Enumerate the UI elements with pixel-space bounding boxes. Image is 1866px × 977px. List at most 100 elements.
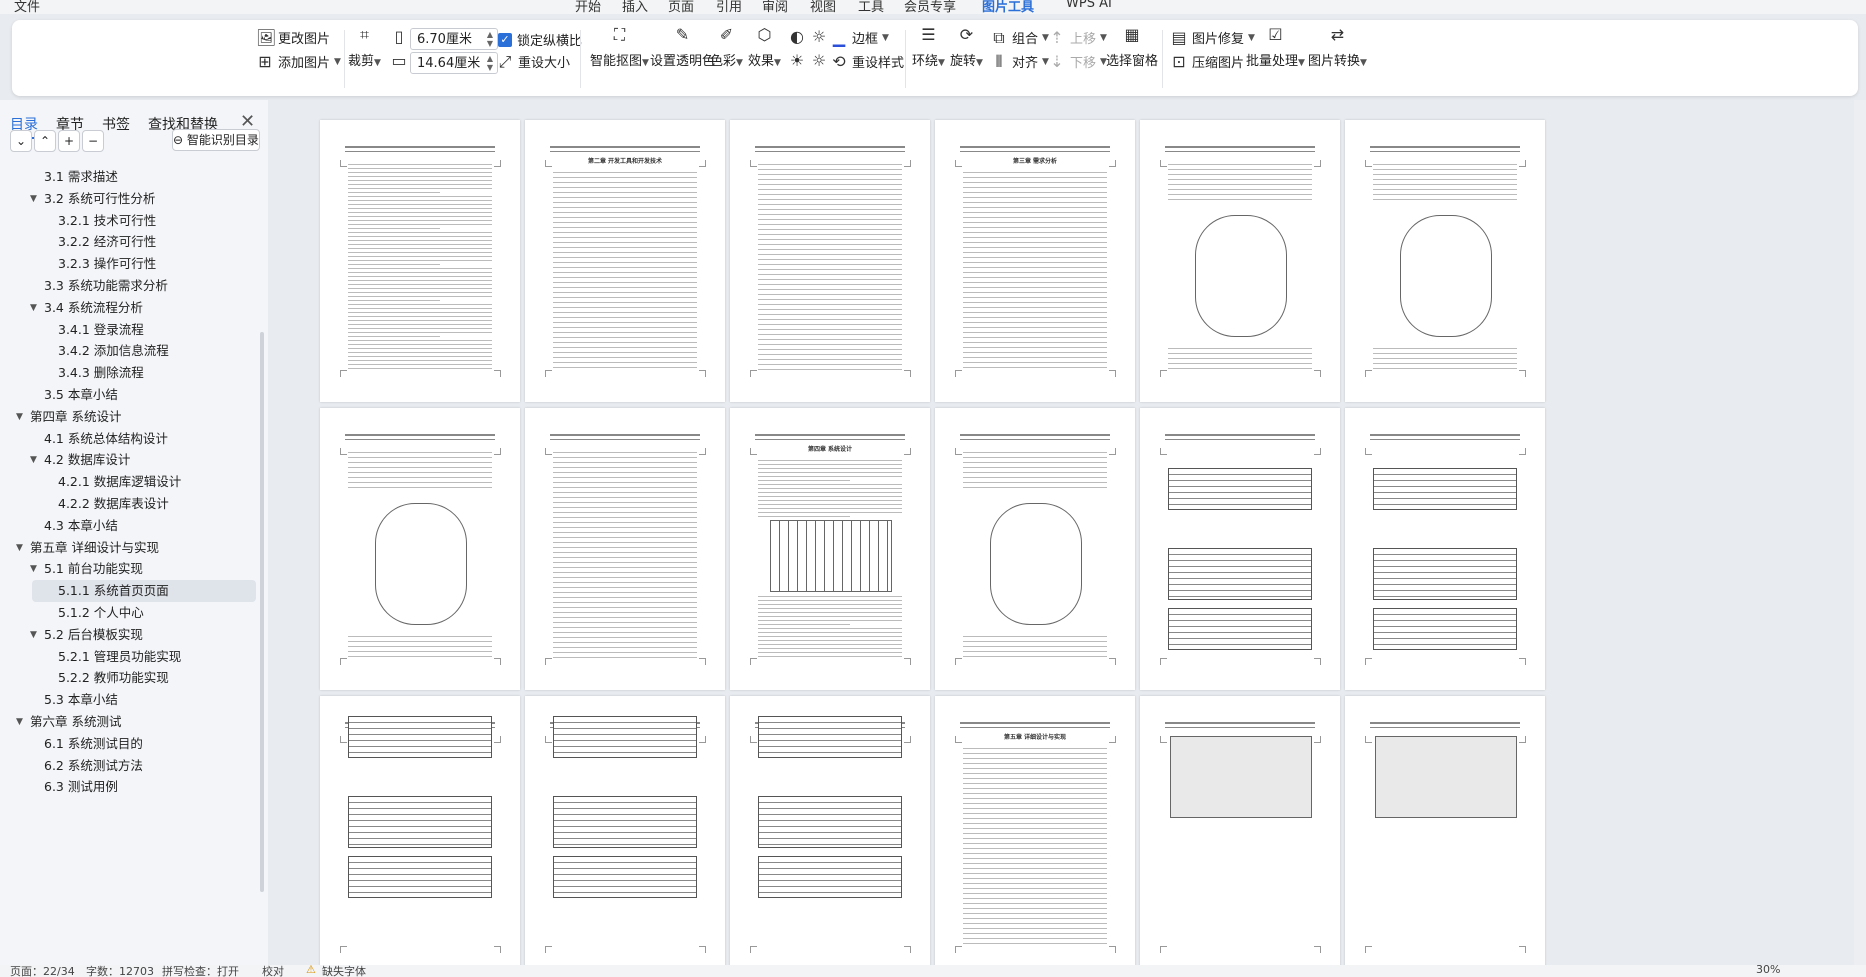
page-thumbnail[interactable] [320, 696, 520, 965]
smart-matting-button[interactable]: ⛶ 智能抠图▼ [590, 26, 649, 70]
wrap-button[interactable]: ☰ 环绕▼ [912, 26, 945, 70]
page-thumbnail[interactable] [1140, 120, 1340, 402]
menu-insert[interactable]: 插入 [622, 0, 648, 14]
toc-item[interactable]: 6.2 系统测试方法 [44, 755, 143, 777]
picture-repair-button[interactable]: ▤ 图片修复 ▼ [1170, 28, 1255, 47]
toc-item[interactable]: ▼ 第六章 系统测试 [16, 711, 121, 733]
page-thumbnail[interactable] [525, 408, 725, 690]
menu-file[interactable]: 文件 [14, 0, 40, 14]
sharpen-button[interactable]: ☀ ☼ [788, 52, 828, 70]
compress-button[interactable]: ⊡ 压缩图片 [1170, 52, 1244, 71]
toc-item[interactable]: 4.2.2 数据库表设计 [58, 493, 169, 515]
toc-item[interactable]: 3.2.1 技术可行性 [58, 210, 156, 232]
toc-item[interactable]: 3.4.1 登录流程 [58, 319, 144, 341]
chevron-down-icon[interactable]: ▼ [30, 188, 37, 210]
menu-picture-tools[interactable]: 图片工具 [982, 0, 1034, 14]
page-thumbnail[interactable] [1140, 408, 1340, 690]
menu-reference[interactable]: 引用 [716, 0, 742, 14]
rotate-button[interactable]: ⟳ 旋转▼ [950, 26, 983, 70]
add-icon[interactable]: + [58, 130, 80, 152]
chevron-down-icon[interactable]: ▼ [30, 624, 37, 646]
page-indicator[interactable]: 页面：22/34 [10, 965, 75, 977]
toc-item[interactable]: 3.1 需求描述 [44, 166, 118, 188]
set-transparent-button[interactable]: ✎ 设置透明色 [650, 26, 715, 70]
toc-item[interactable]: 3.2.3 操作可行性 [58, 253, 156, 275]
document-canvas[interactable]: 第二章 开发工具和开发技术 第三章 需求分析 第四章 系统设计 第五章 详细设计与实现 [270, 100, 1866, 965]
page-thumbnail[interactable] [1345, 408, 1545, 690]
missing-font-button[interactable]: 缺失字体 [322, 965, 366, 977]
tab-bookmarks[interactable]: 书签 [102, 114, 130, 134]
toc-item[interactable]: 5.2.2 教师功能实现 [58, 667, 169, 689]
chevron-down-icon[interactable]: ▼ [16, 537, 23, 559]
toc-item[interactable]: 3.4.3 删除流程 [58, 362, 144, 384]
chevron-down-icon[interactable]: ▼ [30, 558, 37, 580]
reset-style-button[interactable]: ⟲ 重设样式 [830, 52, 904, 71]
chevron-down-icon[interactable]: ▼ [16, 711, 23, 733]
chevron-down-icon[interactable]: ▼ [16, 406, 23, 428]
toc-item[interactable]: 4.2.1 数据库逻辑设计 [58, 471, 181, 493]
menu-wps-ai[interactable]: WPS AI [1066, 0, 1112, 11]
add-picture-button[interactable]: ⊞ 添加图片 ▼ [256, 52, 341, 71]
proofread-button[interactable]: 校对 [262, 965, 284, 977]
brightness-button[interactable]: ◐ ☼ [788, 28, 828, 46]
toc-item[interactable]: ▼ 第五章 详细设计与实现 [16, 537, 159, 559]
menu-view[interactable]: 视图 [810, 0, 836, 14]
toc-item[interactable]: ▼ 4.2 数据库设计 [30, 449, 130, 471]
zoom-level[interactable]: 30% [1756, 965, 1780, 976]
toc-item[interactable]: 4.1 系统总体结构设计 [44, 428, 168, 450]
toc-item[interactable]: 4.3 本章小结 [44, 515, 118, 537]
page-thumbnail[interactable] [525, 696, 725, 965]
border-button[interactable]: ▁ 边框 ▼ [830, 28, 889, 47]
spinner-icon[interactable]: ▲ ▼ [487, 30, 493, 48]
reset-size-button[interactable]: ⤢ 重设大小 [496, 52, 570, 71]
toc-item[interactable]: 3.3 系统功能需求分析 [44, 275, 168, 297]
toc-item[interactable]: ▼ 5.2 后台模板实现 [30, 624, 143, 646]
remove-icon[interactable]: − [82, 130, 104, 152]
lock-ratio-checkbox[interactable]: ✓ 锁定纵横比 [498, 30, 582, 49]
sidebar-scrollbar[interactable] [260, 332, 264, 892]
smart-toc-button[interactable]: ⊖ 智能识别目录 [172, 129, 260, 151]
menu-review[interactable]: 审阅 [762, 0, 788, 14]
toc-item[interactable]: ▼ 第四章 系统设计 [16, 406, 121, 428]
toc-item[interactable]: 5.2.1 管理员功能实现 [58, 646, 181, 668]
toc-item[interactable]: 5.3 本章小结 [44, 689, 118, 711]
group-button[interactable]: ⧉ 组合 ▼ [990, 28, 1049, 47]
toc-item[interactable]: ▼ 3.2 系统可行性分析 [30, 188, 155, 210]
move-up-button[interactable]: ⇡ 上移 ▼ [1048, 28, 1107, 47]
width-input[interactable]: 6.70厘米 ▲ ▼ [410, 28, 498, 50]
word-count[interactable]: 字数：12703 [86, 965, 154, 977]
convert-button[interactable]: ⇄ 图片转换▼ [1308, 26, 1367, 70]
toc-item[interactable]: 6.1 系统测试目的 [44, 733, 143, 755]
batch-button[interactable]: ☑ 批量处理▼ [1246, 26, 1305, 70]
page-thumbnail[interactable]: 第三章 需求分析 [935, 120, 1135, 402]
page-thumbnail[interactable] [1345, 696, 1545, 965]
spell-check-status[interactable]: 拼写检查：打开 [162, 965, 239, 977]
page-thumbnail[interactable]: 第五章 详细设计与实现 [935, 696, 1135, 965]
canvas-scrollbar[interactable] [1854, 100, 1866, 965]
page-thumbnail[interactable] [1345, 120, 1545, 402]
toc-item[interactable]: 5.1.2 个人中心 [58, 602, 144, 624]
toc-item[interactable]: 5.1.1 系统首页页面 [32, 580, 256, 603]
expand-icon[interactable]: ⌄ [10, 130, 32, 152]
page-thumbnail[interactable] [320, 120, 520, 402]
page-thumbnail[interactable] [320, 408, 520, 690]
collapse-icon[interactable]: ⌃ [34, 130, 56, 152]
menu-home[interactable]: 开始 [575, 0, 601, 14]
toc-item[interactable]: ▼ 3.4 系统流程分析 [30, 297, 143, 319]
page-thumbnail[interactable] [935, 408, 1135, 690]
page-thumbnail[interactable] [1140, 696, 1340, 965]
chevron-down-icon[interactable]: ▼ [30, 297, 37, 319]
menu-tools[interactable]: 工具 [858, 0, 884, 14]
menu-page[interactable]: 页面 [668, 0, 694, 14]
crop-button[interactable]: ⌗ 裁剪▼ [348, 26, 381, 70]
toc-item[interactable]: 6.3 测试用例 [44, 776, 118, 798]
height-input[interactable]: 14.64厘米 ▲ ▼ [410, 52, 498, 74]
effects-button[interactable]: ⬡ 效果▼ [748, 26, 781, 70]
toc-item[interactable]: 3.5 本章小结 [44, 384, 118, 406]
change-picture-button[interactable]: 🖼 更改图片 [256, 28, 330, 47]
page-thumbnail[interactable]: 第二章 开发工具和开发技术 [525, 120, 725, 402]
toc-item[interactable]: 3.2.2 经济可行性 [58, 231, 156, 253]
toc-item[interactable]: ▼ 5.1 前台功能实现 [30, 558, 143, 580]
page-thumbnail[interactable] [730, 696, 930, 965]
align-button[interactable]: ⫴ 对齐 ▼ [990, 52, 1049, 71]
